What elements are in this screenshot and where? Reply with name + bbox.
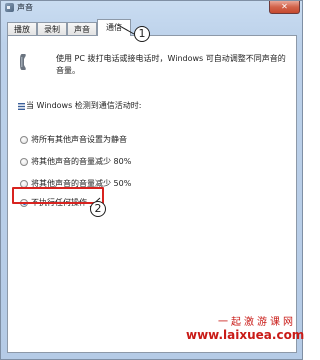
radio-button[interactable] bbox=[20, 136, 28, 144]
close-button[interactable]: ✕ bbox=[269, 1, 300, 14]
radio-button[interactable] bbox=[20, 158, 28, 166]
tab-communications[interactable]: 通信 bbox=[97, 19, 131, 36]
watermark-url: www.laixuea.com bbox=[186, 328, 305, 342]
option-label[interactable]: 将所有其他声音设置为静音 bbox=[31, 134, 127, 146]
tab-strip: 播放 录制 声音 通信 bbox=[7, 19, 297, 36]
telephone-handset-icon bbox=[20, 54, 26, 70]
option-label[interactable]: 将其他声音的音量减少 80% bbox=[31, 156, 131, 168]
highlight-box bbox=[12, 187, 104, 204]
info-icon bbox=[18, 103, 25, 110]
tab-playback[interactable]: 播放 bbox=[7, 22, 37, 35]
callout-2: 2 bbox=[90, 201, 106, 217]
watermark-text: 一起激游课网 bbox=[218, 317, 296, 328]
window-title: 声音 bbox=[17, 3, 33, 12]
tab-sounds[interactable]: 声音 bbox=[67, 22, 97, 35]
description-text: 使用 PC 拨打电话或接电话时，Windows 可自动调整不同声音的音量。 bbox=[56, 54, 286, 75]
callout-1: 1 bbox=[134, 26, 150, 42]
sound-dialog-window: 声音 ✕ 播放 录制 声音 通信 使用 PC 拨打电话或接电话时，Windows… bbox=[0, 0, 303, 360]
section-label: 当 Windows 检测到通信活动时: bbox=[26, 101, 142, 110]
speaker-icon bbox=[5, 3, 14, 12]
title-bar[interactable]: 声音 ✕ bbox=[1, 1, 302, 15]
watermark: 一起激游课网 www.laixuea.com bbox=[186, 313, 305, 342]
tab-recording[interactable]: 录制 bbox=[37, 22, 67, 35]
